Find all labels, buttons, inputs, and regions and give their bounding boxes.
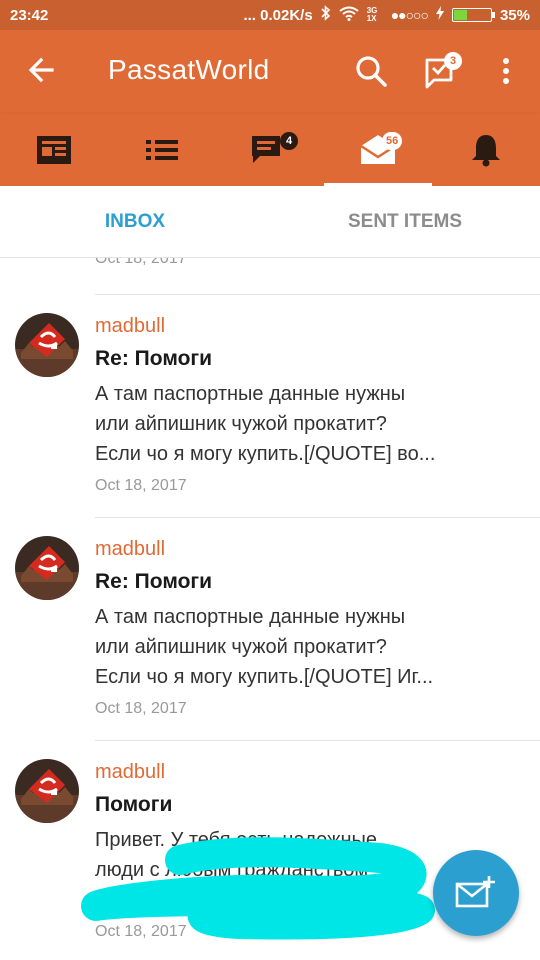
message-author[interactable]: madbull xyxy=(95,315,165,338)
conversations-button[interactable]: 3 xyxy=(424,52,468,92)
battery-percent: 35% xyxy=(499,6,530,24)
battery-level xyxy=(453,10,468,20)
app-title: PassatWorld xyxy=(108,54,270,85)
compose-button[interactable] xyxy=(433,850,519,936)
status-indicators: ... 0.02K/s 3G 1X ●●○○○ 35% xyxy=(243,5,530,25)
battery-icon xyxy=(451,8,495,22)
message-subject: Помоги xyxy=(95,793,173,816)
chat-badge: 4 xyxy=(280,132,298,150)
news-icon xyxy=(37,136,71,164)
status-time: 23:42 xyxy=(10,6,49,24)
tab-news[interactable] xyxy=(0,114,108,186)
more-options-icon[interactable] xyxy=(494,54,518,90)
bluetooth-icon xyxy=(321,5,331,25)
signal-strength: ●●○○○ xyxy=(390,7,429,23)
status-bar: 23:42 ... 0.02K/s 3G 1X ●●○○○ 35% xyxy=(0,0,540,30)
messages-badge: 56 xyxy=(382,132,403,150)
conversations-badge: 3 xyxy=(444,52,462,70)
preview-line: Если чо я могу купить.[/QUOTE] во... xyxy=(95,443,436,465)
message-subject: Re: Помоги xyxy=(95,570,213,593)
message-author[interactable]: madbull xyxy=(95,761,165,784)
back-arrow-icon[interactable] xyxy=(24,52,60,88)
network-speed: ... 0.02K/s xyxy=(243,6,313,24)
list-item[interactable]: madbull Re: Помоги А там паспортные данн… xyxy=(0,518,540,741)
list-item[interactable]: madbull Re: Помоги А там паспортные данн… xyxy=(0,295,540,518)
compose-mail-icon xyxy=(455,876,495,908)
inbox-subtabs: INBOX SENT ITEMS xyxy=(0,186,540,258)
avatar[interactable] xyxy=(15,313,79,377)
message-preview: А там паспортные данные нужны или айпишн… xyxy=(95,602,495,692)
network-type: 3G 1X xyxy=(366,6,378,23)
tab-messages[interactable]: 56 xyxy=(324,114,432,186)
message-preview: Привет. У тебя есть надежные люди с любы… xyxy=(95,825,495,885)
bell-icon xyxy=(472,135,500,167)
app-bar: PassatWorld 3 xyxy=(0,30,540,114)
preview-line: А там паспортные данные нужны xyxy=(95,383,406,405)
wifi-icon xyxy=(339,6,359,25)
tab-list[interactable] xyxy=(108,114,216,186)
charging-icon xyxy=(435,6,444,24)
tab-chat[interactable]: 4 xyxy=(216,114,324,186)
message-date: Oct 18, 2017 xyxy=(95,477,187,494)
message-subject: Re: Помоги xyxy=(95,347,213,370)
search-icon[interactable] xyxy=(352,52,392,92)
message-preview: А там паспортные данные нужны или айпишн… xyxy=(95,379,495,469)
tab-sent-items[interactable]: SENT ITEMS xyxy=(270,186,540,258)
message-date: Oct 18, 2017 xyxy=(95,258,187,267)
avatar[interactable] xyxy=(15,759,79,823)
message-author[interactable]: madbull xyxy=(95,538,165,561)
main-tab-bar: 4 56 xyxy=(0,114,540,186)
preview-line: Если чо я могу купить.[/QUOTE] Иг... xyxy=(95,666,434,688)
tab-inbox[interactable]: INBOX xyxy=(0,186,270,258)
preview-line: или айпишник чужой прокатит? xyxy=(95,636,387,658)
preview-line: или айпишник чужой прокатит? xyxy=(95,413,387,435)
avatar[interactable] xyxy=(15,536,79,600)
message-date: Oct 18, 2017 xyxy=(95,700,187,717)
preview-line: А там паспортные данные нужны xyxy=(95,606,406,628)
list-icon xyxy=(146,140,178,160)
message-date: Oct 18, 2017 xyxy=(95,923,187,940)
tab-alerts[interactable] xyxy=(432,114,540,186)
preview-line: Привет. У тебя есть надежные xyxy=(95,829,378,851)
